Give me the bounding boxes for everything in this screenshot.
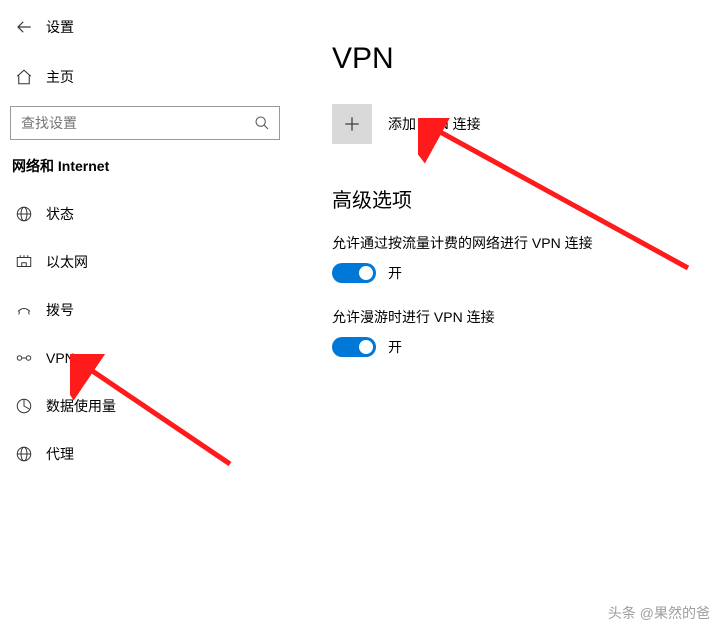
toggle-state-label: 开 (388, 263, 402, 283)
ethernet-icon (12, 253, 36, 271)
option-metered: 允许通过按流量计费的网络进行 VPN 连接 开 (332, 233, 720, 283)
home-nav[interactable]: 主页 (0, 58, 300, 96)
search-icon (253, 115, 271, 131)
back-row: 设置 (0, 10, 300, 44)
advanced-options-heading: 高级选项 (332, 184, 720, 213)
sidebar-item-label: 以太网 (46, 252, 88, 272)
toggle-metered[interactable] (332, 263, 376, 283)
option-roaming: 允许漫游时进行 VPN 连接 开 (332, 307, 720, 357)
sidebar-item-ethernet[interactable]: 以太网 (0, 238, 300, 286)
home-label: 主页 (46, 67, 74, 87)
plus-icon (342, 114, 362, 134)
category-heading: 网络和 Internet (0, 156, 300, 176)
toggle-state-label: 开 (388, 337, 402, 357)
toggle-knob (359, 340, 373, 354)
sidebar-item-label: 代理 (46, 444, 74, 464)
content-pane: VPN 添加 VPN 连接 高级选项 允许通过按流量计费的网络进行 VPN 连接… (332, 42, 720, 381)
add-vpn-button[interactable]: 添加 VPN 连接 (332, 104, 720, 144)
proxy-icon (12, 445, 36, 463)
sidebar: 设置 主页 网络和 Internet (0, 0, 300, 629)
home-icon (12, 68, 36, 86)
header-title: 设置 (46, 17, 74, 37)
search-input[interactable] (19, 114, 253, 132)
option-text: 允许漫游时进行 VPN 连接 (332, 307, 720, 327)
watermark-text: 头条 @果然的爸 (608, 603, 710, 623)
sidebar-item-label: 状态 (46, 204, 74, 224)
sidebar-item-proxy[interactable]: 代理 (0, 430, 300, 478)
globe-icon (12, 205, 36, 223)
sidebar-item-status[interactable]: 状态 (0, 190, 300, 238)
vpn-icon (12, 349, 36, 367)
toggle-knob (359, 266, 373, 280)
toggle-roaming[interactable] (332, 337, 376, 357)
option-text: 允许通过按流量计费的网络进行 VPN 连接 (332, 233, 720, 253)
sidebar-item-label: VPN (46, 350, 75, 366)
data-usage-icon (12, 397, 36, 415)
back-arrow-icon[interactable] (12, 18, 36, 36)
sidebar-item-dialup[interactable]: 拨号 (0, 286, 300, 334)
dialup-icon (12, 301, 36, 319)
sidebar-item-label: 数据使用量 (46, 396, 116, 416)
sidebar-item-datausage[interactable]: 数据使用量 (0, 382, 300, 430)
sidebar-item-vpn[interactable]: VPN (0, 334, 300, 382)
plus-tile (332, 104, 372, 144)
add-vpn-label: 添加 VPN 连接 (388, 114, 481, 134)
page-title: VPN (332, 42, 720, 76)
search-field[interactable] (10, 106, 280, 140)
search-wrap (10, 106, 290, 140)
sidebar-item-label: 拨号 (46, 300, 74, 320)
